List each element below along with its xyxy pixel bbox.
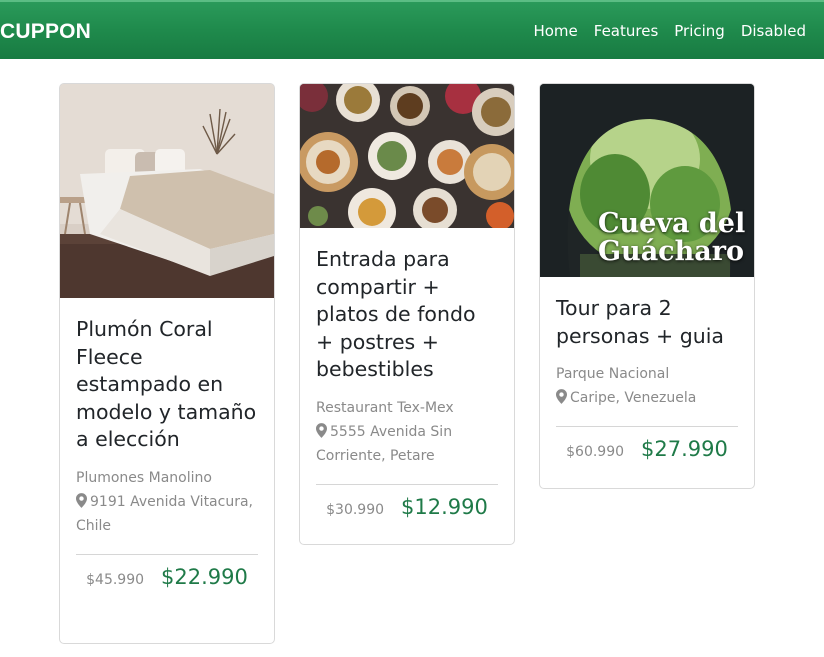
cave-photo[interactable]: Cueva del Guácharo (540, 84, 754, 277)
brand-logo[interactable]: CUPPON (0, 20, 91, 44)
map-pin-icon (316, 422, 327, 438)
price-row: $45.990 $22.990 (76, 555, 258, 601)
deal-card-bedding[interactable]: Plumón Coral Fleece estampado en modelo … (59, 83, 275, 644)
merchant-address: Caripe, Venezuela (556, 386, 738, 410)
address-text: 9191 Avenida Vitacura, Chile (76, 493, 253, 534)
discount-price: $12.990 (401, 494, 488, 519)
original-price: $60.990 (566, 444, 625, 460)
address-text: Caripe, Venezuela (570, 390, 697, 406)
nav-link-disabled[interactable]: Disabled (741, 22, 806, 40)
food-platters-photo[interactable] (300, 84, 514, 228)
deal-title[interactable]: Tour para 2 personas + guia (556, 295, 738, 350)
price-row: $30.990 $12.990 (316, 485, 498, 531)
merchant-address: 9191 Avenida Vitacura, Chile (76, 490, 258, 538)
card-body: Entrada para compartir + platos de fondo… (300, 228, 514, 531)
original-price: $30.990 (326, 501, 385, 518)
merchant-address: 5555 Avenida Sin Corriente, Petare (316, 420, 498, 468)
discount-price: $27.990 (641, 437, 728, 461)
merchant-name: Restaurant Tex-Mex (316, 399, 454, 416)
deal-title[interactable]: Entrada para compartir + platos de fondo… (316, 246, 498, 384)
deal-card-restaurant[interactable]: Entrada para compartir + platos de fondo… (299, 83, 515, 545)
merchant-name: Parque Nacional (556, 366, 670, 382)
map-pin-icon (556, 389, 567, 404)
discount-price: $22.990 (161, 564, 248, 589)
map-pin-icon (76, 492, 87, 508)
nav-link-features[interactable]: Features (594, 22, 659, 40)
card-body: Plumón Coral Fleece estampado en modelo … (60, 298, 274, 601)
nav-links: Home Features Pricing Disabled (517, 22, 806, 40)
deal-title[interactable]: Plumón Coral Fleece estampado en modelo … (76, 316, 258, 454)
navbar: CUPPON Home Features Pricing Disabled (0, 0, 824, 59)
price-row: $60.990 $27.990 (556, 427, 738, 473)
card-body: Tour para 2 personas + guia Parque Nacio… (540, 277, 754, 473)
nav-link-pricing[interactable]: Pricing (674, 22, 725, 40)
address-text: 5555 Avenida Sin Corriente, Petare (316, 423, 453, 464)
nav-link-home[interactable]: Home (533, 22, 577, 40)
deal-card-tour[interactable]: Cueva del Guácharo Tour para 2 personas … (539, 83, 755, 489)
original-price: $45.990 (86, 571, 145, 588)
bedroom-photo[interactable] (60, 84, 274, 298)
merchant-name: Plumones Manolino (76, 469, 212, 486)
image-caption: Cueva del Guácharo (598, 208, 746, 267)
